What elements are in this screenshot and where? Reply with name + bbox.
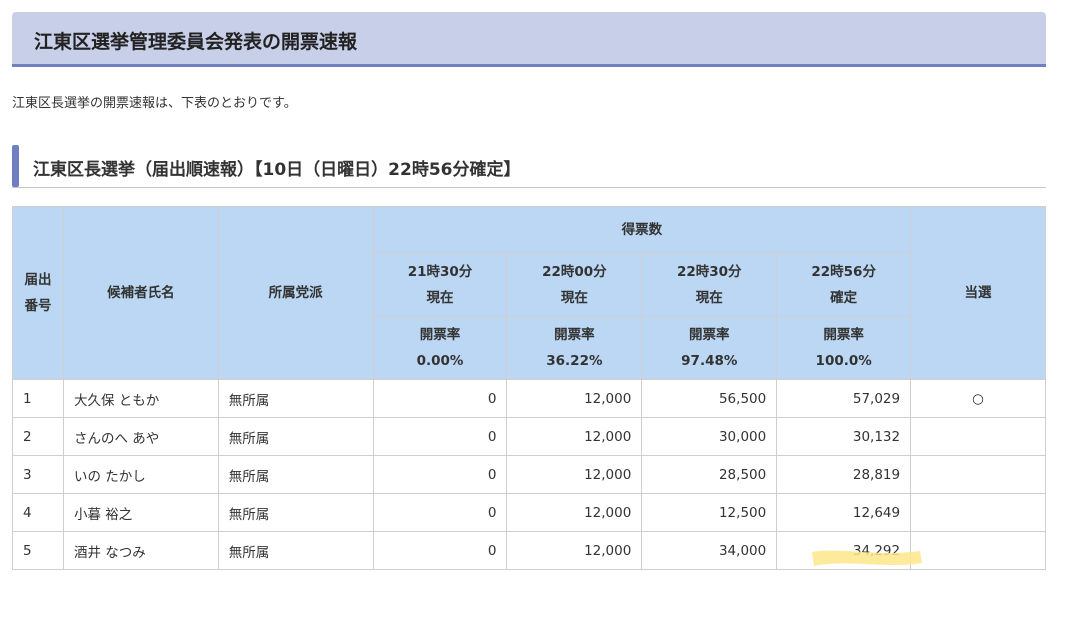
votes-2230: 34,000 [641,531,778,570]
candidate-party: 無所属 [217,493,374,532]
intro-text: 江東区長選挙の開票速報は、下表のとおりです。 [12,96,297,111]
candidate-name: 大久保 ともか [62,379,219,418]
elected-mark: ○ [910,379,1046,418]
votes-2130: 0 [372,455,508,494]
header-rate-col-3: 開票率 97.48% [641,316,778,380]
elected-mark [910,493,1046,532]
votes-2256: 12,649 [776,493,912,532]
header-rate-col-2: 開票率 36.22% [506,316,643,380]
header-elected: 当選 [910,206,1046,380]
header-rate-col-1: 開票率 0.00% [372,316,508,380]
votes-2200: 12,000 [506,493,643,532]
votes-2200: 12,000 [506,455,643,494]
candidate-name: さんのへ あや [62,417,219,456]
header-time-col-2: 22時00分 現在 [506,252,643,317]
header-time-col-4: 22時56分 確定 [776,252,912,317]
header-time-col-3: 22時30分 現在 [641,252,778,317]
elected-mark [910,531,1046,570]
votes-2130: 0 [372,417,508,456]
highlighter-mark [812,550,922,566]
candidate-number: 2 [12,417,64,456]
candidate-number: 3 [12,455,64,494]
section-accent-bar [12,145,19,187]
candidate-number: 5 [12,531,64,570]
table-row: 1 大久保 ともか 無所属 0 12,000 56,500 57,029 ○ [12,379,1046,418]
header-number: 届出 番号 [12,206,64,380]
table-row: 3 いの たかし 無所属 0 12,000 28,500 28,819 [12,455,1046,494]
table-row: 2 さんのへ あや 無所属 0 12,000 30,000 30,132 [12,417,1046,456]
header-rate-col-4: 開票率 100.0% [776,316,912,380]
header-time-col-1: 21時30分 現在 [372,252,508,317]
votes-2200: 12,000 [506,379,643,418]
candidate-party: 無所属 [217,455,374,494]
candidate-party: 無所属 [217,531,374,570]
page-heading: 江東区選挙管理委員会発表の開票速報 [12,12,1046,67]
votes-2230: 12,500 [641,493,778,532]
section-title: 江東区長選挙（届出順速報）【10日（日曜日）22時56分確定】 [33,160,521,180]
votes-2130: 0 [372,531,508,570]
votes-2130: 0 [372,379,508,418]
header-name: 候補者氏名 [62,206,219,380]
section-heading: 江東区長選挙（届出順速報）【10日（日曜日）22時56分確定】 [12,145,1046,188]
header-votes: 得票数 [372,206,912,253]
votes-2256: 57,029 [776,379,912,418]
votes-2200: 12,000 [506,417,643,456]
elected-mark [910,455,1046,494]
votes-2130: 0 [372,493,508,532]
table-row: 4 小暮 裕之 無所属 0 12,000 12,500 12,649 [12,493,1046,532]
votes-2256: 30,132 [776,417,912,456]
votes-2230: 30,000 [641,417,778,456]
elected-mark [910,417,1046,456]
votes-2230: 28,500 [641,455,778,494]
votes-2230: 56,500 [641,379,778,418]
candidate-party: 無所属 [217,417,374,456]
candidate-party: 無所属 [217,379,374,418]
page-title: 江東区選挙管理委員会発表の開票速報 [34,31,358,53]
votes-2200: 12,000 [506,531,643,570]
header-party: 所属党派 [217,206,374,380]
candidate-name: 小暮 裕之 [62,493,219,532]
candidate-number: 1 [12,379,64,418]
candidate-name: 酒井 なつみ [62,531,219,570]
candidate-number: 4 [12,493,64,532]
votes-2256: 28,819 [776,455,912,494]
results-table: 届出 番号 候補者氏名 所属党派 得票数 当選 21時30分 現在 22時00分現… [12,206,1046,570]
candidate-name: いの たかし [62,455,219,494]
